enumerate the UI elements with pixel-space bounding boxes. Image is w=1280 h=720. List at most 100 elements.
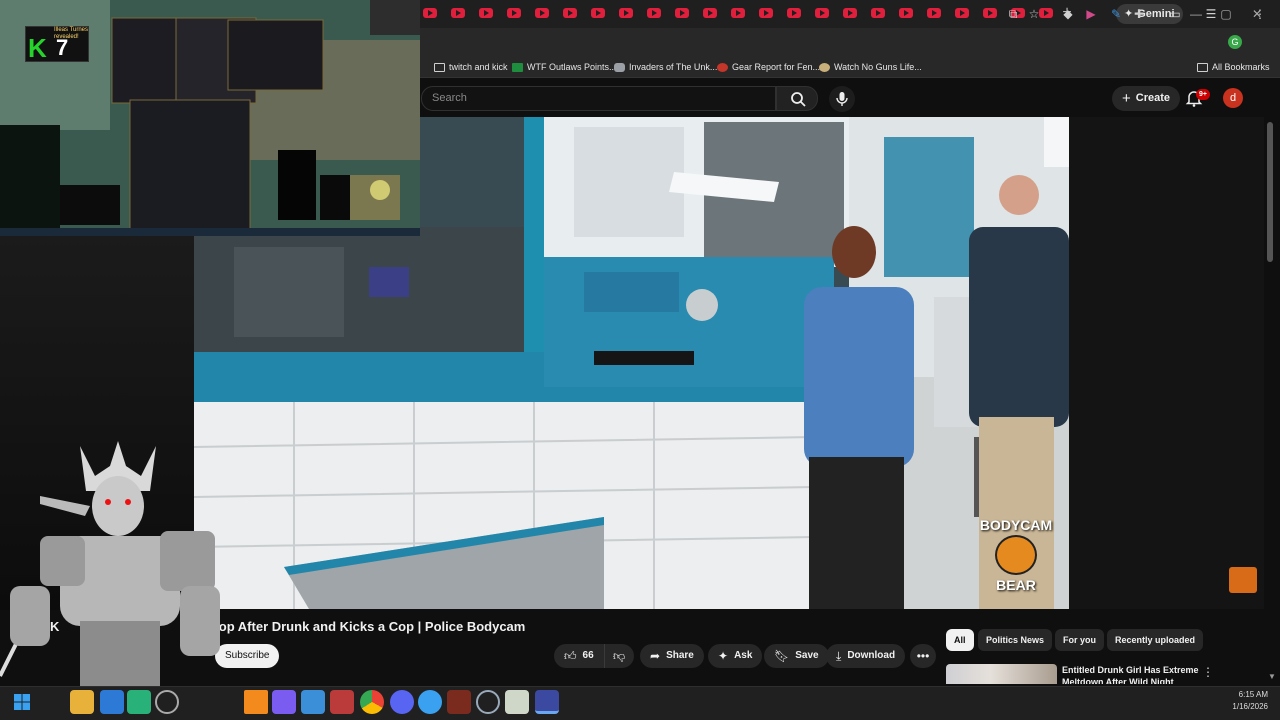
anime-icon <box>819 62 830 72</box>
file-explorer-icon[interactable] <box>70 690 94 714</box>
create-button[interactable]: + Create <box>1112 86 1181 111</box>
bookmark-icon: 🔖︎ <box>774 649 790 663</box>
extension-icon[interactable]: ◆ <box>1060 6 1076 22</box>
taskbar-app-icon[interactable] <box>418 690 442 714</box>
scroll-down-arrow-icon[interactable]: ▼ <box>1264 672 1280 682</box>
browser-tab[interactable] <box>840 6 860 21</box>
search-input[interactable] <box>432 90 762 106</box>
video-title-text: Cop After Drunk and Kicks a Cop | Police… <box>209 619 526 634</box>
youtube-favicon-icon <box>507 8 521 18</box>
recommendation-thumbnail[interactable] <box>946 664 1057 684</box>
browser-tab[interactable] <box>700 6 720 21</box>
save-button[interactable]: 🔖︎ Save <box>764 644 829 668</box>
taskbar-app-icon[interactable] <box>100 690 124 714</box>
bookmark-wtf-outlaws[interactable]: WTF Outlaws Points... <box>512 60 617 74</box>
cast-icon[interactable]: ▭ <box>1167 6 1183 22</box>
extension-pin-icon[interactable]: ✎ <box>1108 6 1124 22</box>
browser-tab[interactable] <box>532 6 552 21</box>
more-horizontal-icon: ••• <box>916 649 930 663</box>
windows-logo-icon <box>14 694 30 710</box>
notification-count-badge: 9+ <box>1196 89 1210 100</box>
youtube-favicon-icon <box>647 8 661 18</box>
channel-watermark-icon[interactable] <box>1229 567 1257 593</box>
notepad-icon[interactable] <box>505 690 529 714</box>
chip-politics-news[interactable]: Politics News <box>978 629 1053 651</box>
share-arrow-icon: ➦ <box>650 649 661 663</box>
browser-tab[interactable] <box>728 6 748 21</box>
download-icon: ⤓ <box>836 649 842 663</box>
browser-tab[interactable] <box>448 6 468 21</box>
browser-tab[interactable] <box>924 6 944 21</box>
clock-time[interactable]: 6:15 AM <box>1222 690 1268 699</box>
bookmark-label: twitch and kick <box>449 62 508 72</box>
bookmark-label: Invaders of The Unk... <box>629 62 718 72</box>
browser-tab[interactable] <box>756 6 776 21</box>
browser-menu-icon[interactable]: ⋮ <box>1252 6 1268 22</box>
browser-tab[interactable] <box>616 6 636 21</box>
minimize-button[interactable]: — <box>1188 6 1204 22</box>
bookmarks-bar: twitch and kick WTF Outlaws Points... In… <box>420 56 1280 78</box>
extension-media-icon[interactable]: ▶ <box>1083 6 1099 22</box>
bookmark-star-icon[interactable]: ☆ <box>1026 6 1042 22</box>
chip-all[interactable]: All <box>946 629 974 651</box>
taskbar-app-icon[interactable] <box>301 690 325 714</box>
all-bookmarks[interactable]: All Bookmarks <box>1197 60 1270 74</box>
youtube-favicon-icon <box>871 8 885 18</box>
browser-tab[interactable] <box>588 6 608 21</box>
browser-tab[interactable] <box>980 6 1000 21</box>
browser-tab[interactable] <box>560 6 580 21</box>
browser-tab[interactable] <box>896 6 916 21</box>
extensions-puzzle-icon[interactable]: ✚ <box>1131 6 1147 22</box>
maximize-button[interactable]: ▢ <box>1218 6 1234 22</box>
browser-tab[interactable] <box>784 6 804 21</box>
scrollbar-thumb[interactable] <box>1267 122 1273 262</box>
reading-list-icon[interactable]: ☰ <box>1203 6 1219 22</box>
browser-tab[interactable] <box>420 6 440 21</box>
chip-recently-uploaded[interactable]: Recently uploaded <box>1107 629 1204 651</box>
settings-gear-icon[interactable] <box>155 690 179 714</box>
taskbar-app-icon[interactable] <box>447 690 471 714</box>
sheets-icon <box>512 62 523 72</box>
bookmark-watch-no-guns-life[interactable]: Watch No Guns Life... <box>819 60 922 74</box>
taskbar-app-icon[interactable] <box>476 690 500 714</box>
download-button[interactable]: ⤓ Download <box>826 644 906 668</box>
more-actions-button[interactable]: ••• <box>910 644 936 668</box>
browser-tab[interactable] <box>476 6 496 21</box>
browser-tab[interactable] <box>812 6 832 21</box>
dislike-button[interactable]: 👎︎ <box>604 644 634 668</box>
discord-icon[interactable] <box>390 690 414 714</box>
search-button[interactable] <box>776 86 818 111</box>
profile-avatar[interactable]: G <box>1228 35 1242 49</box>
taskbar-app-icon[interactable] <box>535 690 559 714</box>
taskbar-app-icon[interactable] <box>272 690 296 714</box>
recommendation-title[interactable]: Entitled Drunk Girl Has Extreme Meltdown… <box>1062 664 1202 684</box>
voice-search-button[interactable] <box>829 86 855 112</box>
bookmark-invaders[interactable]: Invaders of The Unk... <box>614 60 717 74</box>
taskbar-app-icon[interactable] <box>127 690 151 714</box>
share-button[interactable]: ➦ Share <box>640 644 704 668</box>
vlc-icon[interactable] <box>244 690 268 714</box>
youtube-favicon-icon <box>591 8 605 18</box>
youtube-favicon-icon <box>563 8 577 18</box>
account-avatar[interactable]: d <box>1223 88 1243 108</box>
browser-tab[interactable] <box>952 6 972 21</box>
bookmark-gear-report[interactable]: Gear Report for Fen... <box>717 60 820 74</box>
chip-for-you[interactable]: For you <box>1055 629 1104 651</box>
clock-date[interactable]: 1/16/2026 <box>1212 702 1268 711</box>
browser-tab[interactable] <box>644 6 664 21</box>
chrome-icon[interactable] <box>360 690 384 714</box>
folder-icon <box>434 62 445 72</box>
youtube-favicon-icon <box>843 8 857 18</box>
bookmark-twitch-and-kick[interactable]: twitch and kick <box>434 60 508 74</box>
share-label: Share <box>666 650 694 661</box>
taskbar-app-icon[interactable] <box>330 690 354 714</box>
browser-tab[interactable] <box>868 6 888 21</box>
start-button[interactable] <box>10 690 34 714</box>
browser-tab[interactable] <box>504 6 524 21</box>
recommendation-menu-icon[interactable]: ⋮ <box>1202 665 1214 679</box>
like-button[interactable]: 👍︎ 66 <box>554 644 604 668</box>
install-app-icon[interactable]: ⧉ <box>1005 6 1021 22</box>
youtube-favicon-icon <box>703 8 717 18</box>
ask-button[interactable]: ✦ Ask <box>708 644 763 668</box>
browser-tab[interactable] <box>672 6 692 21</box>
